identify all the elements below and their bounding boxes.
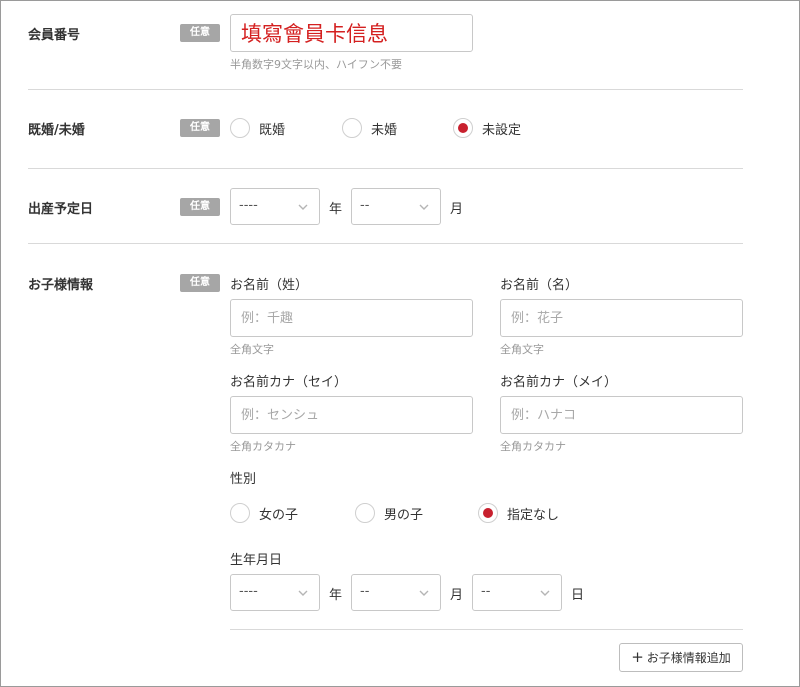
radio-checked-icon (478, 503, 498, 523)
optional-badge: 任意 (180, 198, 220, 216)
birth-year-select[interactable]: ---- (230, 574, 320, 611)
radio-circle-icon (355, 503, 375, 523)
divider (28, 168, 743, 169)
gender-radio-boy[interactable]: 男の子 (355, 503, 423, 523)
radio-label: 男の子 (384, 507, 424, 523)
optional-badge: 任意 (180, 119, 220, 137)
due-date-year-select[interactable]: ---- (230, 188, 320, 225)
marital-radio-married[interactable]: 既婚 (230, 118, 285, 138)
due-date-label: 出産予定日 (28, 202, 94, 217)
child-last-name-input[interactable] (230, 299, 473, 337)
child-last-name-kana-label: お名前カナ（セイ） (230, 375, 348, 390)
select-value: -- (360, 198, 370, 213)
gender-radio-girl[interactable]: 女の子 (230, 503, 298, 523)
chevron-down-icon (419, 590, 429, 596)
day-unit: 日 (571, 588, 585, 603)
child-gender-label: 性別 (230, 472, 257, 487)
radio-label: 既婚 (259, 122, 286, 138)
child-last-name-kana-hint: 全角カタカナ (230, 440, 296, 453)
child-info-label: お子様情報 (28, 278, 94, 293)
select-value: -- (360, 584, 370, 599)
chevron-down-icon (540, 590, 550, 596)
radio-label: 未設定 (482, 122, 522, 138)
chevron-down-icon (298, 590, 308, 596)
child-last-name-hint: 全角文字 (230, 343, 274, 356)
plus-icon: + (631, 648, 644, 666)
month-unit: 月 (450, 202, 464, 217)
add-child-info-button[interactable]: + お子様情報追加 (619, 643, 743, 672)
divider (28, 89, 743, 90)
radio-label: 未婚 (371, 122, 398, 138)
due-date-month-select[interactable]: -- (351, 188, 441, 225)
radio-checked-icon (453, 118, 473, 138)
radio-label: 女の子 (259, 507, 299, 523)
radio-circle-icon (230, 118, 250, 138)
radio-label: 指定なし (507, 507, 560, 523)
year-unit: 年 (329, 202, 343, 217)
marital-status-label: 既婚/未婚 (28, 123, 85, 138)
optional-badge: 任意 (180, 274, 220, 292)
divider (230, 629, 743, 630)
child-first-name-input[interactable] (500, 299, 743, 337)
gender-radio-unspecified[interactable]: 指定なし (478, 503, 559, 523)
member-number-input[interactable] (230, 14, 473, 52)
child-last-name-label: お名前（姓） (230, 278, 309, 293)
child-first-name-hint: 全角文字 (500, 343, 544, 356)
member-number-hint: 半角数字9文字以内、ハイフン不要 (230, 58, 402, 71)
select-value: ---- (239, 198, 258, 213)
radio-circle-icon (342, 118, 362, 138)
child-birthdate-label: 生年月日 (230, 553, 283, 568)
marital-radio-unset[interactable]: 未設定 (453, 118, 521, 138)
child-last-name-kana-input[interactable] (230, 396, 473, 434)
optional-badge: 任意 (180, 24, 220, 42)
select-value: -- (481, 584, 491, 599)
member-number-label: 会員番号 (28, 28, 81, 43)
birth-day-select[interactable]: -- (472, 574, 562, 611)
birth-month-select[interactable]: -- (351, 574, 441, 611)
radio-circle-icon (230, 503, 250, 523)
child-first-name-kana-input[interactable] (500, 396, 743, 434)
child-first-name-kana-hint: 全角カタカナ (500, 440, 566, 453)
chevron-down-icon (419, 204, 429, 210)
marital-radio-single[interactable]: 未婚 (342, 118, 397, 138)
child-first-name-label: お名前（名） (500, 278, 579, 293)
select-value: ---- (239, 584, 258, 599)
divider (28, 243, 743, 244)
chevron-down-icon (298, 204, 308, 210)
add-child-info-label: お子様情報追加 (646, 651, 731, 665)
year-unit: 年 (329, 588, 343, 603)
month-unit: 月 (450, 588, 464, 603)
child-first-name-kana-label: お名前カナ（メイ） (500, 375, 618, 390)
